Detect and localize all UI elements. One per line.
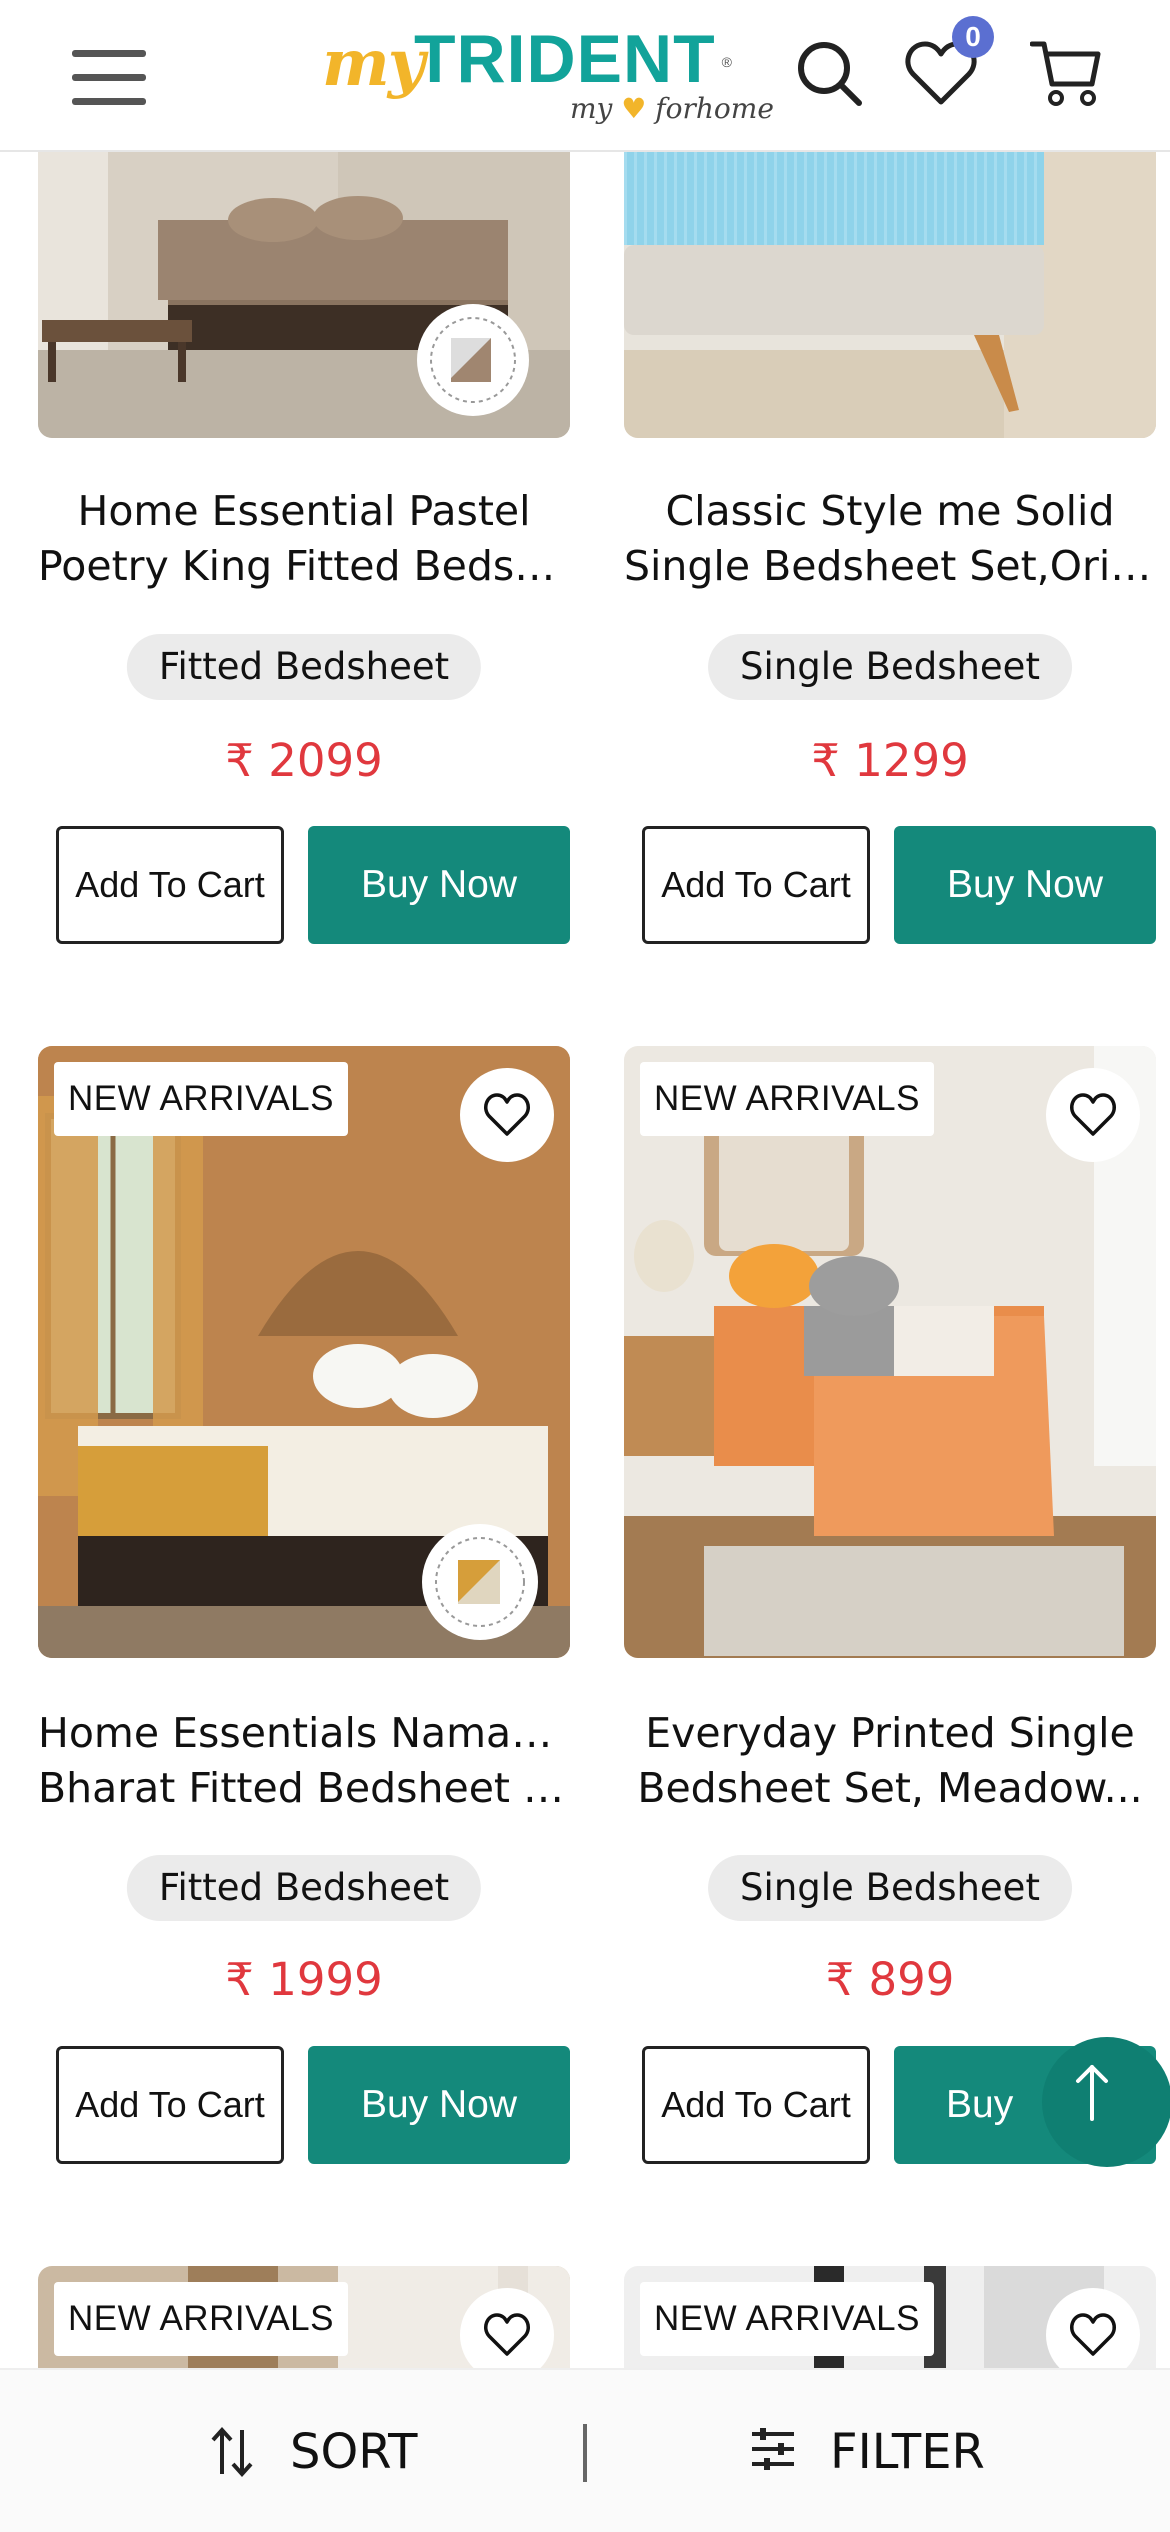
- product-price: ₹ 899: [825, 1953, 955, 2006]
- filter-sliders-icon: [752, 2428, 794, 2470]
- product-title[interactable]: Everyday Printed Single Bedsheet Set, Me…: [624, 1706, 1156, 1816]
- brand-logo[interactable]: my TRIDENT ® my ♥ forhome: [322, 14, 774, 130]
- product-title-line: Everyday Printed Single: [645, 1709, 1135, 1757]
- sort-filter-bar: SORT FILTER: [0, 2368, 1170, 2532]
- menu-icon[interactable]: [72, 46, 148, 108]
- product-image[interactable]: NEW ARRIVALS: [38, 1046, 570, 1658]
- product-image[interactable]: NEW ARRIVALS: [38, 2266, 570, 2368]
- wishlist-count-badge: 0: [952, 16, 994, 58]
- product-image[interactable]: NEW ARRIVALS: [624, 2266, 1156, 2368]
- buy-now-button[interactable]: Buy Now: [894, 826, 1156, 944]
- product-price: ₹ 1999: [225, 1953, 383, 2006]
- product-title[interactable]: Home Essential Pastel Poetry King Fitted…: [38, 484, 570, 594]
- product-title-line: Classic Style me Solid: [665, 487, 1115, 535]
- logo-my-text: my: [322, 26, 425, 101]
- new-arrivals-badge: NEW ARRIVALS: [54, 1062, 348, 1136]
- product-price: ₹ 2099: [225, 734, 383, 787]
- product-title[interactable]: Classic Style me Solid Single Bedsheet S…: [624, 484, 1156, 594]
- scroll-to-top-button[interactable]: [1042, 2037, 1170, 2167]
- arrow-up-icon: [1076, 2065, 1108, 2121]
- add-to-cart-button[interactable]: Add To Cart: [56, 2046, 284, 2164]
- add-to-cart-button[interactable]: Add To Cart: [642, 826, 870, 944]
- wishlist-heart-button[interactable]: [460, 1068, 554, 1162]
- product-title-line: Home Essential Pastel: [77, 487, 531, 535]
- cart-icon[interactable]: [1029, 38, 1104, 108]
- logo-registered-mark: ®: [721, 54, 732, 70]
- product-title-line: Home Essentials Namaste: [38, 1709, 570, 1757]
- sort-icon: [211, 2427, 253, 2477]
- bar-divider: [583, 2424, 587, 2482]
- product-title-line: Single Bedsheet Set,Orion...: [624, 542, 1156, 590]
- product-title-line: Poetry King Fitted Bedshe...: [38, 542, 570, 590]
- product-price: ₹ 1299: [811, 734, 969, 787]
- new-arrivals-badge: NEW ARRIVALS: [54, 2282, 348, 2356]
- buy-now-button[interactable]: Buy Now: [308, 826, 570, 944]
- add-to-cart-button[interactable]: Add To Cart: [56, 826, 284, 944]
- category-chip: Single Bedsheet: [708, 1855, 1072, 1921]
- filter-label: FILTER: [830, 2424, 985, 2480]
- top-header: my TRIDENT ® my ♥ forhome 0: [0, 0, 1170, 152]
- product-title-line: Bedsheet Set, Meadow...: [637, 1764, 1143, 1812]
- sort-label: SORT: [290, 2424, 418, 2480]
- product-image[interactable]: NEW ARRIVALS: [624, 1046, 1156, 1658]
- product-title-line: Bharat Fitted Bedsheet Se...: [38, 1764, 570, 1812]
- wishlist-heart-button[interactable]: [1046, 1068, 1140, 1162]
- new-arrivals-badge: NEW ARRIVALS: [640, 1062, 934, 1136]
- logo-brand-text: TRIDENT: [414, 21, 716, 97]
- logo-tagline: my ♥ forhome: [570, 92, 774, 125]
- category-chip: Fitted Bedsheet: [126, 1855, 482, 1921]
- new-arrivals-badge: NEW ARRIVALS: [640, 2282, 934, 2356]
- category-chip: Single Bedsheet: [708, 634, 1072, 700]
- category-chip: Fitted Bedsheet: [126, 634, 482, 700]
- product-title[interactable]: Home Essentials Namaste Bharat Fitted Be…: [38, 1706, 570, 1816]
- search-icon[interactable]: [794, 38, 864, 108]
- buy-now-label: Buy: [946, 2083, 1014, 2126]
- buy-now-button[interactable]: Buy Now: [308, 2046, 570, 2164]
- add-to-cart-button[interactable]: Add To Cart: [642, 2046, 870, 2164]
